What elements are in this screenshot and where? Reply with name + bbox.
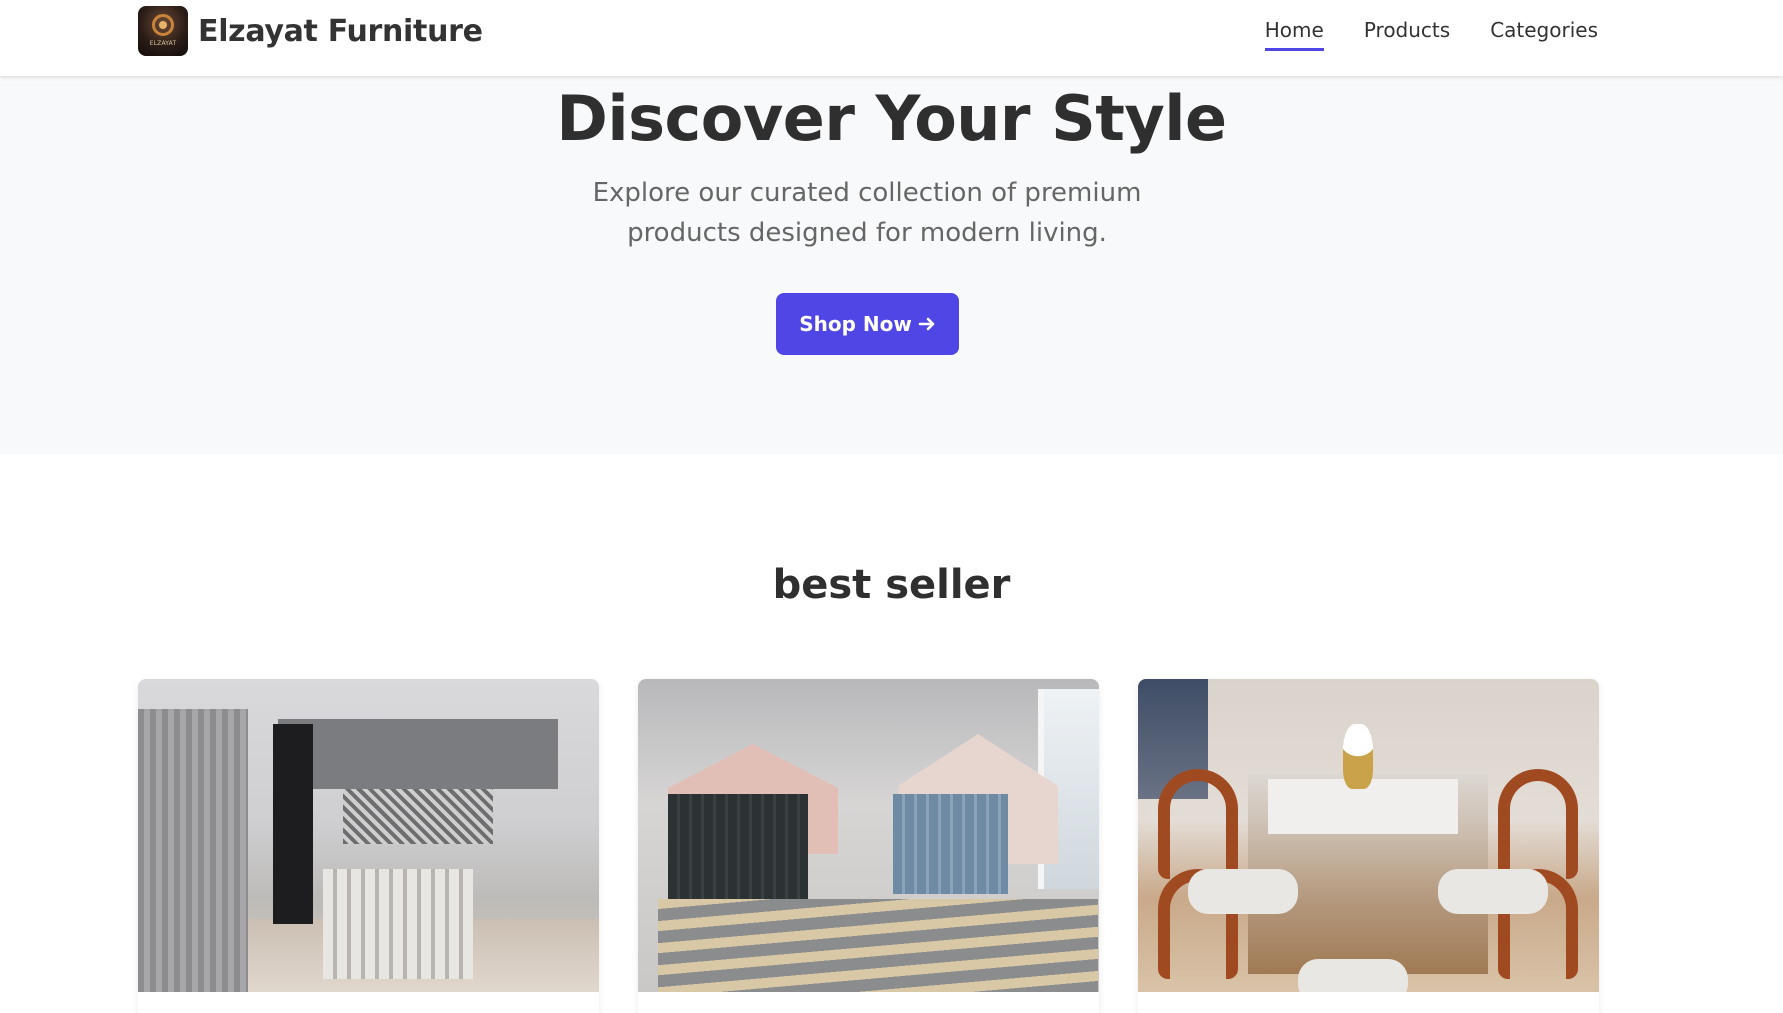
hero-section: Discover Your Style Explore our curated … [0, 76, 1783, 454]
dining-set-photo[interactable] [1138, 679, 1599, 992]
twin-beds-photo[interactable] [638, 679, 1099, 992]
main-nav: Home Products Categories [1264, 18, 1598, 51]
best-seller-title: best seller [772, 562, 1011, 608]
nav-link-home[interactable]: Home [1264, 18, 1324, 51]
brand-name[interactable]: Elzayat Furniture [198, 14, 483, 49]
kitchen-photo[interactable] [138, 679, 599, 992]
brand-logo[interactable]: ELZAYAT [138, 6, 188, 56]
shop-now-label: Shop Now [799, 312, 912, 336]
logo-wordmark: ELZAYAT [149, 40, 177, 47]
navbar: ELZAYAT Elzayat Furniture Home Products … [0, 0, 1783, 76]
nav-link-products[interactable]: Products [1364, 18, 1450, 51]
product-card-2[interactable] [638, 679, 1099, 1013]
hero-subtitle: Explore our curated collection of premiu… [592, 178, 1142, 248]
product-card-3[interactable] [1138, 679, 1599, 1013]
product-card-1[interactable] [138, 679, 599, 1013]
hero-title: Discover Your Style [556, 82, 1227, 155]
logo-emblem-icon [152, 14, 174, 36]
nav-link-categories[interactable]: Categories [1490, 18, 1598, 51]
shop-now-button[interactable]: Shop Now [776, 293, 959, 355]
brand[interactable]: ELZAYAT Elzayat Furniture [138, 6, 483, 56]
arrow-right-icon [918, 317, 935, 331]
